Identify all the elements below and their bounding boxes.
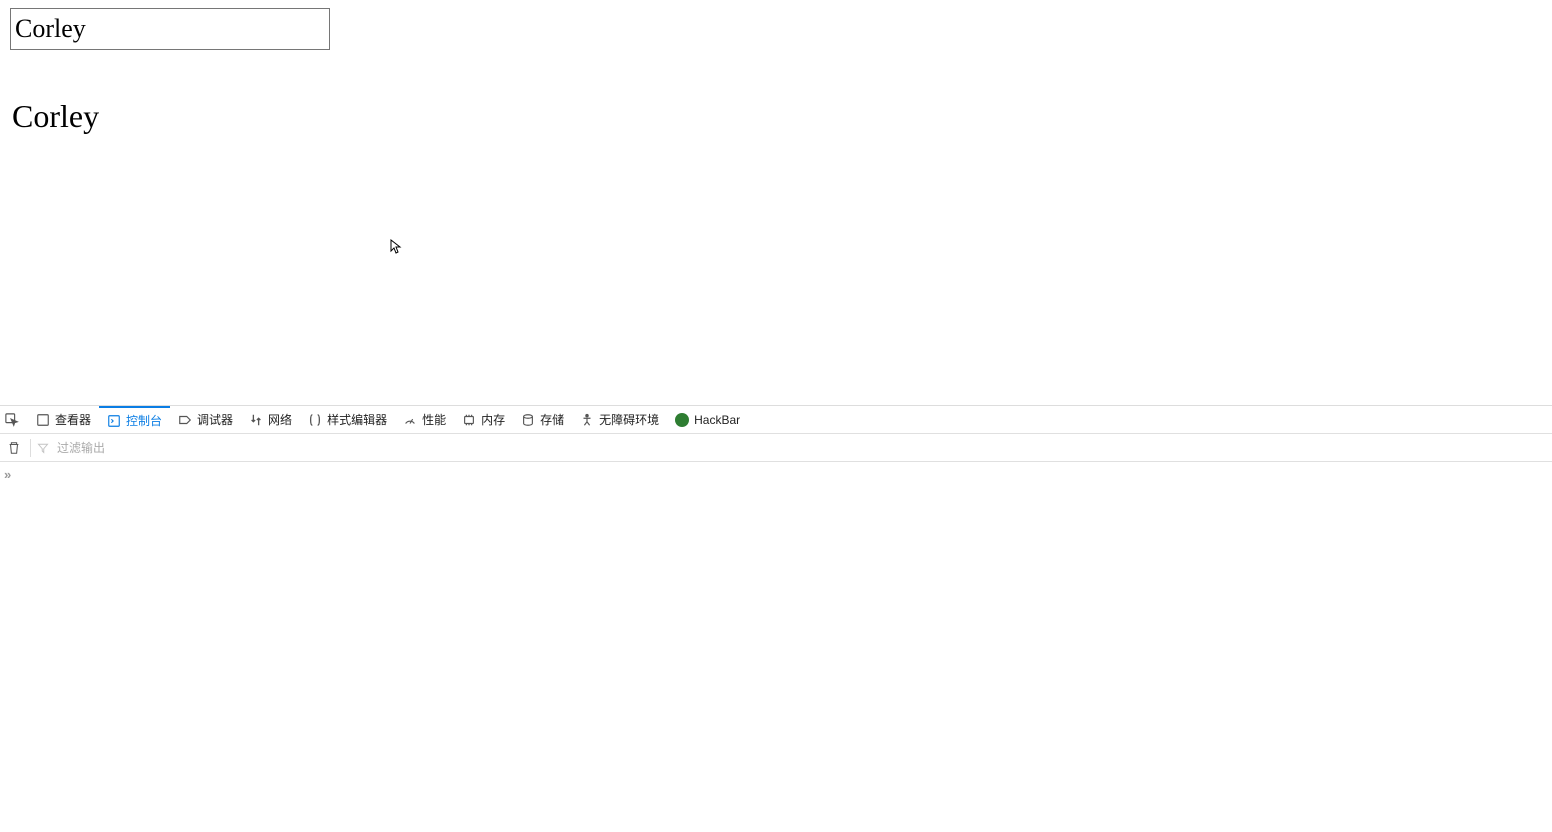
tab-debugger[interactable]: 调试器 [170,406,241,433]
tab-label: 无障碍环境 [599,411,659,428]
tab-label: 网络 [268,411,292,428]
hackbar-icon [675,413,689,427]
filter-icon [37,441,51,455]
tab-console[interactable]: 控制台 [99,406,170,433]
element-picker-button[interactable] [2,410,22,430]
tab-hackbar[interactable]: HackBar [667,406,748,433]
tab-label: 性能 [422,411,446,428]
console-filter-input[interactable] [57,434,1552,461]
prompt-chevrons-icon: » [4,467,9,482]
devtools-tabs: 查看器 控制台 调试器 [0,406,1552,434]
display-text: Corley [12,98,1542,135]
storage-icon [521,413,535,427]
inspector-icon [36,413,50,427]
console-prompt-row[interactable]: » [0,462,1552,486]
tab-label: HackBar [694,413,740,427]
tab-label: 存储 [540,411,564,428]
cursor-icon [390,239,404,257]
tab-label: 调试器 [197,411,233,428]
tab-performance[interactable]: 性能 [395,406,454,433]
network-icon [249,413,263,427]
tab-label: 内存 [481,411,505,428]
tab-style-editor[interactable]: 样式编辑器 [300,406,395,433]
tab-label: 控制台 [126,412,162,429]
tab-storage[interactable]: 存储 [513,406,572,433]
tab-label: 样式编辑器 [327,411,387,428]
page-content: Corley [0,0,1552,143]
style-editor-icon [308,413,322,427]
performance-icon [403,413,417,427]
devtools-panel: 查看器 控制台 调试器 [0,405,1552,832]
console-icon [107,414,121,428]
clear-console-button[interactable] [4,438,24,458]
tab-label: 查看器 [55,411,91,428]
tab-inspector[interactable]: 查看器 [28,406,99,433]
tab-network[interactable]: 网络 [241,406,300,433]
memory-icon [462,413,476,427]
text-input[interactable] [10,8,330,50]
divider [30,439,31,457]
tab-accessibility[interactable]: 无障碍环境 [572,406,667,433]
tab-memory[interactable]: 内存 [454,406,513,433]
debugger-icon [178,413,192,427]
accessibility-icon [580,413,594,427]
console-filter-bar [0,434,1552,462]
